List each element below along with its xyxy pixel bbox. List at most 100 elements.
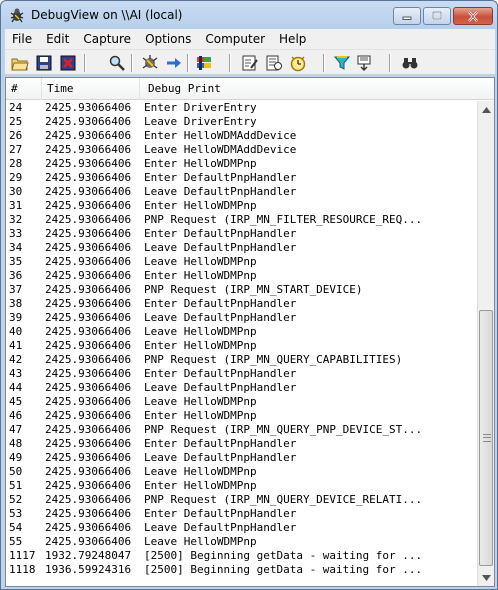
table-row[interactable]: 51 2425.93066406 Enter HelloWDMPnp [6,479,476,493]
table-row[interactable]: 28 2425.93066406 Enter HelloWDMPnp [6,157,476,171]
table-row[interactable]: 50 2425.93066406 Leave HelloWDMPnp [6,465,476,479]
row-debug-print-cell: Leave DefaultPnpHandler [144,241,297,254]
grip-icon [483,434,491,442]
row-time-cell: 2425.93066406 [45,129,132,142]
scroll-down-button[interactable] [478,569,494,586]
table-row[interactable]: 27 2425.93066406 Leave HelloWDMAddDevice [6,143,476,157]
capture-win32-icon[interactable] [195,54,213,72]
autoscroll-icon[interactable] [165,54,183,72]
table-row[interactable]: 55 2425.93066406 Leave HelloWDMPnp [6,535,476,549]
menu-file[interactable]: File [5,32,39,46]
table-row[interactable]: 36 2425.93066406 Enter HelloWDMPnp [6,269,476,283]
chevron-down-icon [481,574,491,581]
filter-icon[interactable] [333,54,351,72]
row-debug-print-cell: PNP Request (IRP_MN_QUERY_CAPABILITIES) [144,353,403,366]
maximize-button[interactable] [423,7,451,25]
row-number-cell: 49 [9,451,23,464]
window-title: DebugView on \\AI (local) [31,8,183,22]
row-number-cell: 1117 [9,549,36,562]
highlight-icon[interactable] [355,54,373,72]
open-icon[interactable] [11,54,29,72]
close-button[interactable] [453,7,493,25]
row-number-cell: 48 [9,437,23,450]
row-time-cell: 2425.93066406 [45,535,132,548]
table-row[interactable]: 38 2425.93066406 Enter DefaultPnpHandler [6,297,476,311]
table-row[interactable]: 1118 1936.59924316 [2500] Beginning getDat… [6,563,476,577]
table-row[interactable]: 48 2425.93066406 Enter DefaultPnpHandler [6,437,476,451]
table-row[interactable]: 41 2425.93066406 Enter HelloWDMPnp [6,339,476,353]
row-time-cell: 2425.93066406 [45,185,132,198]
row-debug-print-cell: Enter HelloWDMPnp [144,339,257,352]
row-time-cell: 2425.93066406 [45,521,132,534]
table-row[interactable]: 43 2425.93066406 Enter DefaultPnpHandler [6,367,476,381]
table-row[interactable]: 42 2425.93066406 PNP Request (IRP_MN_QUERY… [6,353,476,367]
menu-computer[interactable]: Computer [198,32,272,46]
row-debug-print-cell: Enter HelloWDMPnp [144,269,257,282]
history-icon[interactable] [265,54,283,72]
row-number-cell: 42 [9,353,23,366]
row-number-cell: 47 [9,423,23,436]
title-bar[interactable]: DebugView on \\AI (local) [1,1,497,29]
row-time-cell: 2425.93066406 [45,479,132,492]
table-row[interactable]: 44 2425.93066406 Leave DefaultPnpHandler [6,381,476,395]
row-debug-print-cell: Leave HelloWDMPnp [144,535,257,548]
vertical-scrollbar[interactable] [477,101,494,586]
column-header-time[interactable]: Time [42,78,140,100]
menu-edit[interactable]: Edit [39,32,76,46]
row-number-cell: 1118 [9,563,36,576]
row-time-cell: 2425.93066406 [45,339,132,352]
properties-icon[interactable] [241,54,259,72]
column-header-debug-print[interactable]: Debug Print [140,78,494,100]
save-icon[interactable] [35,54,53,72]
menu-options[interactable]: Options [138,32,198,46]
find-icon[interactable] [108,54,126,72]
table-row[interactable]: 39 2425.93066406 Leave DefaultPnpHandler [6,311,476,325]
table-row[interactable]: 32 2425.93066406 PNP Request (IRP_MN_FILTE… [6,213,476,227]
table-row[interactable]: 46 2425.93066406 Enter HelloWDMPnp [6,409,476,423]
table-row[interactable]: 33 2425.93066406 Enter DefaultPnpHandler [6,227,476,241]
toolbar [5,49,495,75]
scroll-up-button[interactable] [478,101,494,118]
table-row[interactable]: 49 2425.93066406 Leave DefaultPnpHandler [6,451,476,465]
table-row[interactable]: 37 2425.93066406 PNP Request (IRP_MN_START… [6,283,476,297]
menu-help[interactable]: Help [272,32,313,46]
row-time-cell: 2425.93066406 [45,297,132,310]
debug-output-list[interactable]: # Time Debug Print 24 2425.93066406 Enter … [5,77,495,587]
table-row[interactable]: 53 2425.93066406 Enter DefaultPnpHandler [6,507,476,521]
row-time-cell: 2425.93066406 [45,465,132,478]
table-row[interactable]: 26 2425.93066406 Enter HelloWDMAddDevice [6,129,476,143]
clear-icon[interactable] [59,54,77,72]
row-time-cell: 2425.93066406 [45,157,132,170]
table-row[interactable]: 1117 1932.79248047 [2500] Beginning getDat… [6,549,476,563]
row-debug-print-cell: Enter HelloWDMPnp [144,479,257,492]
table-row[interactable]: 30 2425.93066406 Leave DefaultPnpHandler [6,185,476,199]
clock-icon[interactable] [289,54,307,72]
minimize-button[interactable] [393,7,421,25]
column-header-number[interactable]: # [6,78,42,100]
maximize-icon [432,11,442,20]
capture-icon[interactable] [141,54,159,72]
table-row[interactable]: 35 2425.93066406 Leave HelloWDMPnp [6,255,476,269]
table-row[interactable]: 24 2425.93066406 Enter DriverEntry [6,101,476,115]
table-row[interactable]: 34 2425.93066406 Leave DefaultPnpHandler [6,241,476,255]
table-row[interactable]: 25 2425.93066406 Leave DriverEntry [6,115,476,129]
row-time-cell: 1932.79248047 [45,549,132,562]
table-row[interactable]: 52 2425.93066406 PNP Request (IRP_MN_QUERY… [6,493,476,507]
table-row[interactable]: 45 2425.93066406 Leave HelloWDMPnp [6,395,476,409]
table-row[interactable]: 40 2425.93066406 Leave HelloWDMPnp [6,325,476,339]
scrollbar-thumb[interactable] [479,310,493,566]
row-time-cell: 1936.59924316 [45,563,132,576]
row-number-cell: 35 [9,255,23,268]
table-row[interactable]: 29 2425.93066406 Enter DefaultPnpHandler [6,171,476,185]
row-number-cell: 55 [9,535,23,548]
menu-capture[interactable]: Capture [76,32,138,46]
chevron-up-icon [481,106,491,113]
table-row[interactable]: 54 2425.93066406 Leave DefaultPnpHandler [6,521,476,535]
search-icon[interactable] [401,54,419,72]
row-debug-print-cell: PNP Request (IRP_MN_START_DEVICE) [144,283,363,296]
table-row[interactable]: 47 2425.93066406 PNP Request (IRP_MN_QUERY… [6,423,476,437]
row-time-cell: 2425.93066406 [45,115,132,128]
table-row[interactable]: 31 2425.93066406 Enter HelloWDMPnp [6,199,476,213]
row-debug-print-cell: Enter DefaultPnpHandler [144,367,297,380]
row-number-cell: 52 [9,493,23,506]
